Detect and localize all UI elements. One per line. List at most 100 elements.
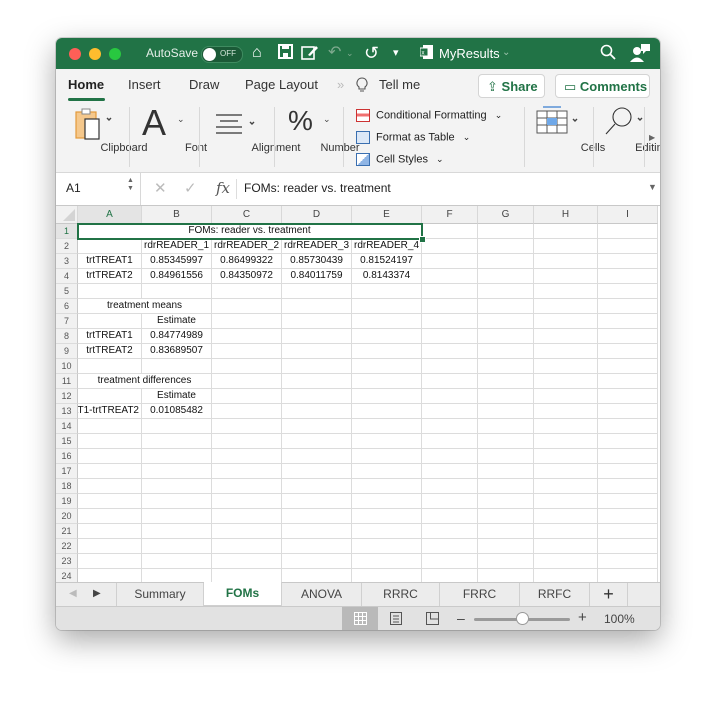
cell-c5[interactable] <box>212 284 282 299</box>
zoom-level[interactable]: 100% <box>604 612 635 626</box>
share-button[interactable]: ⇪ Share <box>478 74 545 98</box>
row-header-23[interactable]: 23 <box>56 554 78 569</box>
cell-i5[interactable] <box>598 284 658 299</box>
cell-i15[interactable] <box>598 434 658 449</box>
row-header-8[interactable]: 8 <box>56 329 78 344</box>
cell-e21[interactable] <box>352 524 422 539</box>
cell-a7[interactable] <box>78 314 142 329</box>
cell-g24[interactable] <box>478 569 534 582</box>
page-break-view-button[interactable] <box>414 607 450 630</box>
cell-i14[interactable] <box>598 419 658 434</box>
cell-f12[interactable] <box>422 389 478 404</box>
cell-i4[interactable] <box>598 269 658 284</box>
cell-f7[interactable] <box>422 314 478 329</box>
cell-b16[interactable] <box>142 449 212 464</box>
cell-i11[interactable] <box>598 374 658 389</box>
cell-e15[interactable] <box>352 434 422 449</box>
cell-h21[interactable] <box>534 524 598 539</box>
column-header-h[interactable]: H <box>534 206 598 224</box>
cell-i21[interactable] <box>598 524 658 539</box>
cell-c3[interactable]: 0.86499322 <box>212 254 282 269</box>
cell-g16[interactable] <box>478 449 534 464</box>
alignment-group[interactable]: Alignment <box>202 103 300 167</box>
row-header-13[interactable]: 13 <box>56 404 78 419</box>
formula-input[interactable]: FOMs: reader vs. treatment <box>244 181 391 195</box>
cell-h18[interactable] <box>534 479 598 494</box>
cell-d13[interactable] <box>282 404 352 419</box>
maximize-window-button[interactable] <box>109 48 121 60</box>
cell-h5[interactable] <box>534 284 598 299</box>
cell-e23[interactable] <box>352 554 422 569</box>
cell-d24[interactable] <box>282 569 352 582</box>
cell-e9[interactable] <box>352 344 422 359</box>
cell-h22[interactable] <box>534 539 598 554</box>
cell-styles-button[interactable]: Cell Styles ⌄ <box>356 153 444 166</box>
cell-c7[interactable] <box>212 314 282 329</box>
row-header-12[interactable]: 12 <box>56 389 78 404</box>
scroll-tabs-left-icon[interactable]: ◀ <box>69 588 77 599</box>
cell-f19[interactable] <box>422 494 478 509</box>
row-header-3[interactable]: 3 <box>56 254 78 269</box>
zoom-slider-handle[interactable] <box>516 612 529 625</box>
number-group[interactable]: % ⌄ Number <box>278 103 360 167</box>
cell-h16[interactable] <box>534 449 598 464</box>
name-box-stepper-icon[interactable]: ▲ ▼ <box>127 177 134 193</box>
sheet-tab-rrrc[interactable]: RRRC <box>362 583 440 607</box>
merged-cell-r11[interactable]: treatment differences <box>78 374 212 389</box>
tell-me-search[interactable]: Tell me <box>379 77 420 92</box>
cell-f24[interactable] <box>422 569 478 582</box>
cell-g23[interactable] <box>478 554 534 569</box>
cell-f13[interactable] <box>422 404 478 419</box>
cell-c2[interactable]: rdrREADER_2 <box>212 239 282 254</box>
cell-f15[interactable] <box>422 434 478 449</box>
cell-a20[interactable] <box>78 509 142 524</box>
row-header-14[interactable]: 14 <box>56 419 78 434</box>
cell-b13[interactable]: 0.01085482 <box>142 404 212 419</box>
cell-f1[interactable] <box>422 224 478 239</box>
cell-g13[interactable] <box>478 404 534 419</box>
cell-f5[interactable] <box>422 284 478 299</box>
cell-d15[interactable] <box>282 434 352 449</box>
row-header-21[interactable]: 21 <box>56 524 78 539</box>
clipboard-group[interactable]: Clipboard <box>60 103 148 167</box>
tab-draw[interactable]: Draw <box>189 77 219 92</box>
cell-h15[interactable] <box>534 434 598 449</box>
cell-i24[interactable] <box>598 569 658 582</box>
column-header-e[interactable]: E <box>352 206 422 224</box>
page-layout-view-button[interactable] <box>378 607 414 630</box>
undo-icon[interactable]: ↶ <box>328 44 341 62</box>
cell-i3[interactable] <box>598 254 658 269</box>
cell-c23[interactable] <box>212 554 282 569</box>
search-icon[interactable] <box>600 44 616 65</box>
cell-a10[interactable] <box>78 359 142 374</box>
cell-f3[interactable] <box>422 254 478 269</box>
cancel-icon[interactable]: ✕ <box>154 179 167 197</box>
cell-c20[interactable] <box>212 509 282 524</box>
cell-a17[interactable] <box>78 464 142 479</box>
document-title[interactable]: MyResults <box>439 46 500 61</box>
cell-a21[interactable] <box>78 524 142 539</box>
cell-e20[interactable] <box>352 509 422 524</box>
cell-a23[interactable] <box>78 554 142 569</box>
cell-g6[interactable] <box>478 299 534 314</box>
cell-a8[interactable]: trtTREAT1 <box>78 329 142 344</box>
cell-c14[interactable] <box>212 419 282 434</box>
cell-f16[interactable] <box>422 449 478 464</box>
cell-h9[interactable] <box>534 344 598 359</box>
column-header-b[interactable]: B <box>142 206 212 224</box>
customize-toolbar-icon[interactable]: ▾ <box>393 44 399 62</box>
cell-h3[interactable] <box>534 254 598 269</box>
cell-h17[interactable] <box>534 464 598 479</box>
cell-a24[interactable] <box>78 569 142 582</box>
spreadsheet-grid[interactable]: A B C D E F G H I 1 FOMs: reader vs. treatment 2 rdr… <box>56 206 660 582</box>
cell-e24[interactable] <box>352 569 422 582</box>
name-box[interactable]: A1 ▲ ▼ <box>56 173 141 205</box>
row-header-9[interactable]: 9 <box>56 344 78 359</box>
cell-h10[interactable] <box>534 359 598 374</box>
cell-h7[interactable] <box>534 314 598 329</box>
cell-f21[interactable] <box>422 524 478 539</box>
cells-group[interactable]: Cells <box>527 103 605 167</box>
cell-f10[interactable] <box>422 359 478 374</box>
zoom-out-button[interactable]: – <box>457 610 465 626</box>
cell-a19[interactable] <box>78 494 142 509</box>
